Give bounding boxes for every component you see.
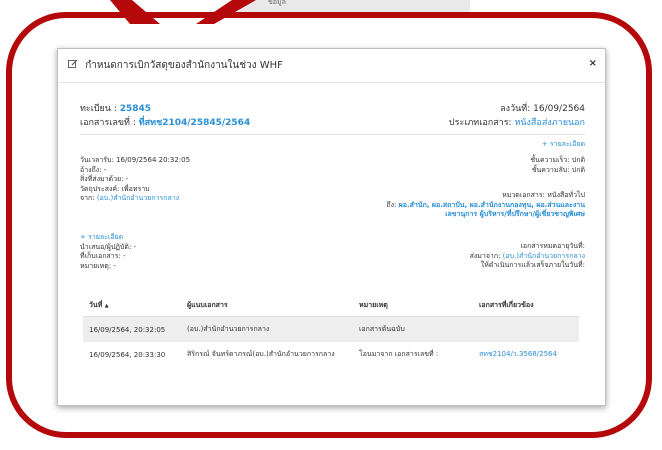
document-type: ประเภทเอกสาร: หนังสือส่งภายนอก [449,115,585,129]
document-type-value: หนังสือส่งภายนอก [514,118,585,128]
table-row: 16/09/2564, 20:33:30 สิริกรณ์ จันทร์ดาภร… [83,342,579,367]
complete-by: ให้ดำเนินการแล้วเสร็จภายในวันที่: [480,261,585,269]
modal-title: กำหนดการเบิกวัสดุของสำนักงานในช่วง WHF [68,58,283,73]
sent-from-label: ส่งมาจาก: [469,251,503,260]
divider [80,134,585,135]
cell-attacher: (อบ.)สำนักอำนวยการกลาง [181,316,353,342]
table-row: 16/09/2564, 20:32:05 (อบ.)สำนักอำนวยการก… [83,316,579,342]
table-header-row: วันที่ ▲ ผู้แนบเอกสาร หมายเหตุ เอกสารที่… [83,294,579,317]
propose: นำเสนอ/ผู้ปฏิบัติ: - [80,242,137,251]
to-field: ถึง: ผอ.สำนัก, ผอ.สถาบัน, ผอ.สำนักงานกอง… [386,201,585,211]
modal-title-text: กำหนดการเบิกวัสดุของสำนักงานในช่วง WHF [85,60,283,71]
registration: ทะเบียน : 25845 [80,101,151,115]
recipient-details: หมวดเอกสาร: หนังสือทั่วไป ถึง: ผอ.สำนัก,… [386,191,585,220]
urgency: ชั้นความเร็ว: ปกติ [530,156,585,164]
registration-number-link[interactable]: 25845 [120,104,151,114]
document-modal: กำหนดการเบิกวัสดุของสำนักงานในช่วง WHF ×… [57,48,606,406]
cell-attacher: สิริกรณ์ จันทร์ดาภรณ์(อบ.)สำนักอำนวยการก… [187,350,335,358]
column-header-related[interactable]: เอกสารที่เกี่ยวข้อง [473,294,579,317]
left-extra: + รายละเอียด นำเสนอ/ผู้ปฏิบัติ: - ที่เก็… [80,233,136,271]
cell-date: 16/09/2564, 20:33:30 [89,350,166,359]
related-document-link[interactable]: สทช2104/ว.3568/2564 [473,342,579,367]
date-label: ลงวันที่: [500,104,534,114]
document-number-label: เอกสารเลขที่ : [80,118,139,128]
close-button[interactable]: × [589,58,597,69]
cell-date: 16/09/2564, 20:32:05 [83,316,181,342]
category: หมวดเอกสาร: หนังสือทั่วไป [502,191,585,199]
sort-asc-icon: ▲ [104,302,109,309]
refer-to: อ้างถึง: - [80,165,107,174]
from-value-link[interactable]: (อบ.)สำนักอำนวยการกลาง [97,194,179,202]
document-type-label: ประเภทเอกสาร: [448,118,515,128]
document-number: เอกสารเลขที่ : ที่สทช2104/25845/2564 [80,115,250,129]
purpose: วัตถุประสงค์: เพื่อทราบ [80,184,150,193]
from-label: จาก: [80,194,97,202]
to-value-line2[interactable]: เลขานุการ ผู้บริหาร/ที่ปรึกษา/ผู้เชี่ยวช… [386,210,585,220]
registration-label: ทะเบียน : [80,104,120,114]
detail-link[interactable]: + รายละเอียด [542,140,585,148]
secrecy: ชั้นความลับ: ปกติ [531,165,585,174]
cell-note: โอนมาจาก เอกสารเลขที่ : [359,350,439,358]
left-details: วันเวลารับ: 16/09/2564 20:32:05 อ้างถึง:… [80,156,190,204]
document-summary: ทะเบียน : 25845 ลงวันที่: 16/09/2564 เอก… [80,101,585,129]
sent-from-link[interactable]: (อบ.)สำนักอำนวยการกลาง [503,252,585,260]
edit-icon [68,59,78,68]
cell-related [473,316,579,342]
received-datetime: วันเวลารับ: 16/09/2564 20:32:05 [80,156,191,164]
modal-header: กำหนดการเบิกวัสดุของสำนักงานในช่วง WHF × [58,49,605,83]
detail-link-2[interactable]: + รายละเอียด [80,233,136,243]
from-field: จาก: (อบ.)สำนักอำนวยการกลาง [80,194,190,204]
right-extra: เอกสารหมดอายุวันที่: ส่งมาจาก: (อบ.)สำนั… [470,242,585,271]
document-number-link[interactable]: ที่สทช2104/25845/2564 [139,118,250,128]
cell-note: เอกสารต้นฉบับ [353,316,473,342]
date-value: 16/09/2564 [533,104,585,114]
storage: ที่เก็บเอกสาร: - [80,252,126,260]
note: หมายเหตุ: - [80,261,116,270]
enclosures: สิ่งที่ส่งมาด้วย: - [80,175,129,183]
sent-from: ส่งมาจาก: (อบ.)สำนักอำนวยการกลาง [470,252,585,262]
to-value-line1[interactable]: ผอ.สำนัก, ผอ.สถาบัน, ผอ.สำนักงานกองทุน, … [399,201,585,209]
right-details: ชั้นความเร็ว: ปกติ ชั้นความลับ: ปกติ [530,156,585,175]
history-table: วันที่ ▲ ผู้แนบเอกสาร หมายเหตุ เอกสารที่… [83,294,579,367]
column-header-attacher[interactable]: ผู้แนบเอกสาร [181,294,353,317]
expire-date: เอกสารหมดอายุวันที่: [520,242,586,250]
column-header-note[interactable]: หมายเหตุ [353,294,473,317]
to-label: ถึง: [386,200,399,209]
column-header-date[interactable]: วันที่ ▲ [83,294,181,317]
document-date: ลงวันที่: 16/09/2564 [500,101,585,115]
